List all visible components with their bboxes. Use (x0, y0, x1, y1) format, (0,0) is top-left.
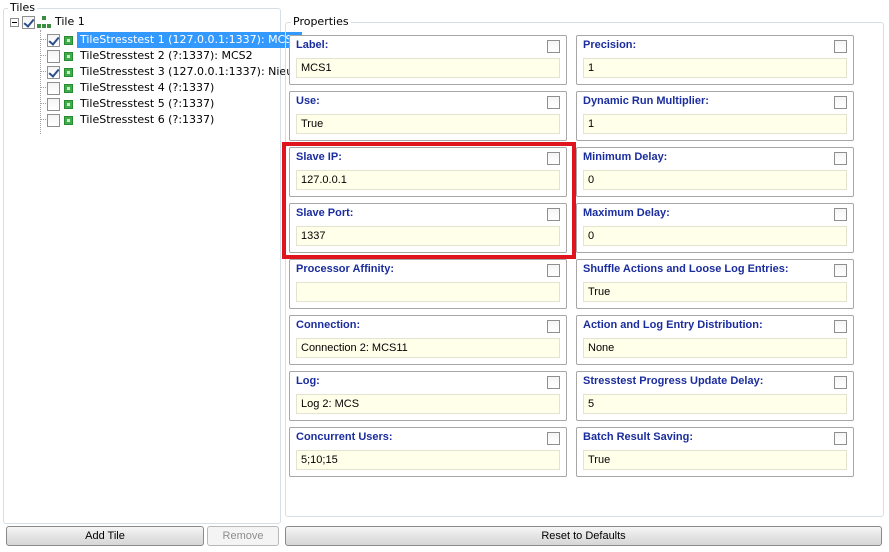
property-default-checkbox[interactable] (547, 264, 560, 277)
tree-item-checkbox[interactable] (47, 81, 60, 95)
collapse-icon[interactable] (10, 17, 19, 27)
property-maximum-delay: Maximum Delay: 0 (576, 203, 854, 253)
tree-root-label[interactable]: Tile 1 (52, 14, 88, 30)
tree-item-checkbox[interactable] (47, 33, 60, 47)
tree-item-label[interactable]: TileStresstest 5 (?:1337) (77, 96, 217, 112)
reset-to-defaults-button[interactable]: Reset to Defaults (285, 526, 882, 546)
add-tile-button[interactable]: Add Tile (6, 526, 204, 546)
property-default-checkbox[interactable] (547, 320, 560, 333)
tree-item-checkbox[interactable] (47, 113, 60, 127)
tree-item-checkbox[interactable] (47, 49, 60, 63)
property-precision: Precision: 1 (576, 35, 854, 85)
tree-root-tile-1[interactable]: Tile 1 (10, 14, 88, 30)
tree-item-tilestresstest-2[interactable]: TileStresstest 2 (?:1337): MCS2 (47, 48, 256, 64)
tiles-group-caption: Tiles (8, 1, 37, 14)
property-default-checkbox[interactable] (547, 376, 560, 389)
property-dynamic-run-multiplier: Dynamic Run Multiplier: 1 (576, 91, 854, 141)
property-name: Use: (296, 95, 320, 107)
property-shuffle-actions: Shuffle Actions and Loose Log Entries: T… (576, 259, 854, 309)
property-name: Batch Result Saving: (583, 431, 694, 443)
slave-port-input[interactable]: 1337 (296, 226, 560, 246)
tree-item-tilestresstest-6[interactable]: TileStresstest 6 (?:1337) (47, 112, 217, 128)
property-name: Precision: (583, 39, 637, 51)
stresstest-node-icon (64, 67, 73, 77)
property-default-checkbox[interactable] (547, 152, 560, 165)
tree-item-label[interactable]: TileStresstest 6 (?:1337) (77, 112, 217, 128)
property-name: Processor Affinity: (296, 263, 395, 275)
stresstest-node-icon (64, 51, 73, 61)
property-name: Shuffle Actions and Loose Log Entries: (583, 263, 789, 275)
property-name: Label: (296, 39, 329, 51)
property-action-log-distribution: Action and Log Entry Distribution: None (576, 315, 854, 365)
property-default-checkbox[interactable] (834, 264, 847, 277)
property-progress-update-delay: Stresstest Progress Update Delay: 5 (576, 371, 854, 421)
precision-input[interactable]: 1 (583, 58, 847, 78)
tree-root-checkbox[interactable] (22, 15, 35, 29)
tree-item-tilestresstest-4[interactable]: TileStresstest 4 (?:1337) (47, 80, 217, 96)
property-default-checkbox[interactable] (834, 208, 847, 221)
connection-input[interactable]: Connection 2: MCS11 (296, 338, 560, 358)
property-default-checkbox[interactable] (834, 40, 847, 53)
property-default-checkbox[interactable] (834, 152, 847, 165)
stresstest-node-icon (64, 115, 73, 125)
tree-item-label[interactable]: TileStresstest 2 (?:1337): MCS2 (77, 48, 256, 64)
property-default-checkbox[interactable] (834, 320, 847, 333)
tree-item-label[interactable]: TileStresstest 3 (127.0.0.1:1337): Nieuw… (77, 64, 311, 80)
property-minimum-delay: Minimum Delay: 0 (576, 147, 854, 197)
stresstest-node-icon (64, 35, 73, 45)
slave-ip-input[interactable]: 127.0.0.1 (296, 170, 560, 190)
log-input[interactable]: Log 2: MCS (296, 394, 560, 414)
minimum-delay-input[interactable]: 0 (583, 170, 847, 190)
property-name: Concurrent Users: (296, 431, 393, 443)
property-default-checkbox[interactable] (834, 96, 847, 109)
property-name: Maximum Delay: (583, 207, 670, 219)
concurrent-users-input[interactable]: 5;10;15 (296, 450, 560, 470)
tree-item-label[interactable]: TileStresstest 1 (127.0.0.1:1337): MCS1 (77, 32, 303, 48)
property-name: Minimum Delay: (583, 151, 668, 163)
network-tree-icon (37, 15, 52, 29)
property-name: Stresstest Progress Update Delay: (583, 375, 764, 387)
maximum-delay-input[interactable]: 0 (583, 226, 847, 246)
action-log-distribution-input[interactable]: None (583, 338, 847, 358)
property-name: Dynamic Run Multiplier: (583, 95, 709, 107)
use-input[interactable]: True (296, 114, 560, 134)
property-name: Slave IP: (296, 151, 342, 163)
shuffle-actions-input[interactable]: True (583, 282, 847, 302)
processor-affinity-input[interactable] (296, 282, 560, 302)
stresstest-node-icon (64, 99, 73, 109)
property-default-checkbox[interactable] (547, 208, 560, 221)
property-slave-ip: Slave IP: 127.0.0.1 (289, 147, 567, 197)
property-name: Action and Log Entry Distribution: (583, 319, 763, 331)
property-slave-port: Slave Port: 1337 (289, 203, 567, 253)
dynamic-run-multiplier-input[interactable]: 1 (583, 114, 847, 134)
property-connection: Connection: Connection 2: MCS11 (289, 315, 567, 365)
property-batch-result-saving: Batch Result Saving: True (576, 427, 854, 477)
stresstest-node-icon (64, 83, 73, 93)
remove-button[interactable]: Remove (207, 526, 279, 546)
label-input[interactable]: MCS1 (296, 58, 560, 78)
property-default-checkbox[interactable] (834, 376, 847, 389)
property-default-checkbox[interactable] (547, 96, 560, 109)
progress-update-delay-input[interactable]: 5 (583, 394, 847, 414)
property-log: Log: Log 2: MCS (289, 371, 567, 421)
tree-item-tilestresstest-1[interactable]: TileStresstest 1 (127.0.0.1:1337): MCS1 (47, 32, 303, 48)
property-processor-affinity: Processor Affinity: (289, 259, 567, 309)
property-default-checkbox[interactable] (834, 432, 847, 445)
property-name: Connection: (296, 319, 361, 331)
properties-group-caption: Properties (291, 15, 351, 28)
tree-item-checkbox[interactable] (47, 97, 60, 111)
property-name: Slave Port: (296, 207, 354, 219)
tree-item-label[interactable]: TileStresstest 4 (?:1337) (77, 80, 217, 96)
tree-item-tilestresstest-5[interactable]: TileStresstest 5 (?:1337) (47, 96, 217, 112)
property-label: Label: MCS1 (289, 35, 567, 85)
property-concurrent-users: Concurrent Users: 5;10;15 (289, 427, 567, 477)
tree-item-tilestresstest-3[interactable]: TileStresstest 3 (127.0.0.1:1337): Nieuw… (47, 64, 311, 80)
tree-item-checkbox[interactable] (47, 65, 60, 79)
property-name: Log: (296, 375, 320, 387)
batch-result-saving-input[interactable]: True (583, 450, 847, 470)
property-default-checkbox[interactable] (547, 432, 560, 445)
property-default-checkbox[interactable] (547, 40, 560, 53)
property-use: Use: True (289, 91, 567, 141)
